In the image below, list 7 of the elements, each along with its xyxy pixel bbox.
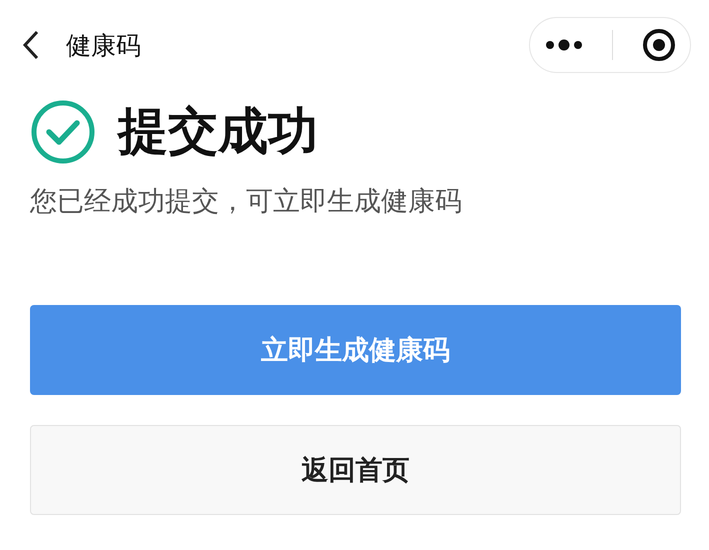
result-title: 提交成功 [118, 101, 318, 162]
more-icon[interactable] [544, 39, 584, 51]
page-title: 健康码 [66, 30, 141, 62]
result-message: 您已经成功提交，可立即生成健康码 [30, 185, 463, 219]
success-check-icon [30, 98, 96, 164]
home-button[interactable]: 返回首页 [30, 425, 681, 515]
back-icon[interactable] [22, 30, 40, 60]
